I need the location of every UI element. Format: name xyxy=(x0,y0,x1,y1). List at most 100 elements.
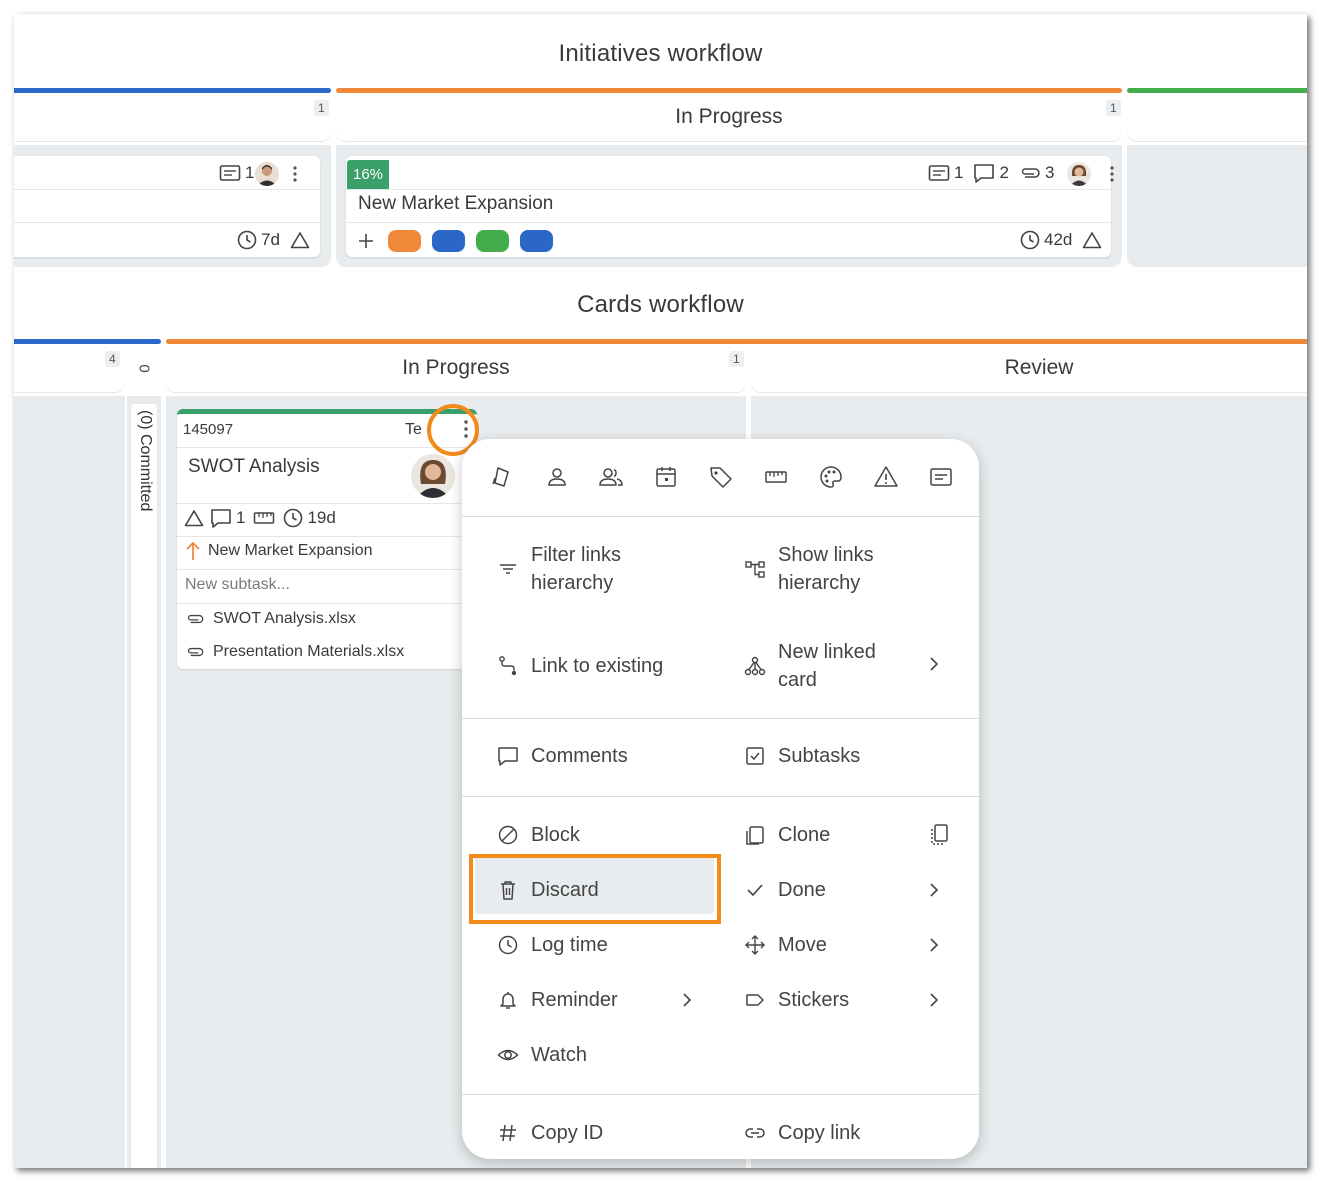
size-ruler-icon xyxy=(254,512,275,524)
show-links-label: Show links hierarchy xyxy=(778,544,874,594)
done-item[interactable]: Done xyxy=(742,876,826,904)
watch-item[interactable]: Watch xyxy=(495,1041,587,1069)
cards-review-column-header[interactable]: Review xyxy=(751,344,1307,392)
comments-item[interactable]: Comments xyxy=(495,742,628,770)
sticker-pill-blue-2[interactable] xyxy=(520,230,553,252)
sticker-pill-green[interactable] xyxy=(476,230,509,252)
clone-item[interactable]: Clone xyxy=(742,821,830,849)
file-row-1[interactable]: SWOT Analysis.xlsx xyxy=(185,610,356,628)
discard-highlight-box xyxy=(469,854,721,924)
avatar[interactable] xyxy=(255,162,279,186)
reminder-item[interactable]: Reminder xyxy=(495,986,618,1014)
copy-link-item[interactable]: Copy link xyxy=(742,1119,860,1147)
calendar-icon[interactable] xyxy=(653,464,679,490)
move-item[interactable]: Move xyxy=(742,931,827,959)
move-arrows-icon xyxy=(745,935,765,955)
copy-link-label: Copy link xyxy=(778,1122,861,1144)
cards-review-title: Review xyxy=(1004,356,1074,379)
committed-lane-header[interactable]: 0 xyxy=(127,344,161,392)
initiative-attachment-count: 1 xyxy=(954,163,964,182)
initiatives-right-column-header[interactable] xyxy=(1127,93,1307,141)
swot-card-title[interactable]: SWOT Analysis xyxy=(188,456,320,478)
paperclip-icon xyxy=(1021,168,1040,178)
assignee-icon[interactable] xyxy=(544,464,570,490)
subtasks-label: Subtasks xyxy=(778,745,861,767)
done-label: Done xyxy=(778,879,826,901)
initiative-duration: 42d xyxy=(1044,230,1073,249)
check-icon xyxy=(747,884,763,897)
progress-badge: 16% xyxy=(347,160,389,189)
initiative-card-title[interactable]: New Market Expansion xyxy=(358,193,553,215)
paperclip-icon xyxy=(187,647,204,657)
copy-id-label: Copy ID xyxy=(531,1122,604,1144)
color-palette-icon[interactable] xyxy=(818,464,844,490)
initiatives-inprogress-column-header[interactable]: In Progress xyxy=(336,93,1122,141)
parent-link-row[interactable]: New Market Expansion xyxy=(186,541,373,561)
clock-icon xyxy=(1020,230,1040,250)
priority-warning-icon[interactable] xyxy=(873,464,899,490)
chevron-right-icon[interactable] xyxy=(926,990,942,1010)
chevron-right-icon[interactable] xyxy=(926,935,942,955)
file-name: Presentation Materials.xlsx xyxy=(213,643,405,660)
link-to-existing-label: Link to existing xyxy=(531,655,664,677)
tag-icon[interactable] xyxy=(708,464,734,490)
cards-inprogress-column-header[interactable]: In Progress xyxy=(166,344,746,392)
paperclip-icon xyxy=(187,614,204,624)
sticker-pill-orange[interactable] xyxy=(388,230,421,252)
copy-id-item[interactable]: Copy ID xyxy=(495,1119,603,1147)
filter-icon xyxy=(500,564,516,574)
comments-label: Comments xyxy=(531,745,628,767)
committed-lane[interactable]: (0) Committed xyxy=(127,396,161,1168)
file-row-2[interactable]: Presentation Materials.xlsx xyxy=(185,643,404,661)
size-ruler-icon[interactable] xyxy=(763,464,789,490)
attachment-card-icon xyxy=(928,165,950,181)
initiative-partial-attachment-count: 1 xyxy=(245,163,255,182)
network-node-icon xyxy=(744,656,766,676)
log-time-item[interactable]: Log time xyxy=(495,931,608,959)
add-plus-icon[interactable] xyxy=(358,233,374,249)
block-item[interactable]: Block xyxy=(495,821,580,849)
sticker-label-icon xyxy=(746,994,764,1006)
cards-left-lane xyxy=(14,396,125,1168)
subtasks-item[interactable]: Subtasks xyxy=(742,742,860,770)
more-vertical-icon[interactable] xyxy=(292,165,298,183)
initiative-comment-count: 2 xyxy=(999,163,1009,182)
initiative-card-partial[interactable]: 1 7d xyxy=(14,156,320,257)
filter-links-label: Filter links hierarchy xyxy=(531,544,622,594)
filter-links-hierarchy-item[interactable]: Filter links hierarchy xyxy=(495,541,715,597)
template-card-icon[interactable] xyxy=(928,464,954,490)
block-label: Block xyxy=(531,824,580,846)
co-owners-icon[interactable] xyxy=(598,464,624,490)
avatar[interactable] xyxy=(411,454,455,498)
initiative-card[interactable]: 16% 1 2 3 New Market Expansion 42d xyxy=(346,156,1114,257)
more-vertical-icon[interactable] xyxy=(1109,165,1115,183)
clone-multiple-icon[interactable] xyxy=(928,823,950,847)
initiatives-workflow-title: Initiatives workflow xyxy=(558,40,763,67)
chevron-right-icon[interactable] xyxy=(926,654,942,674)
comment-icon xyxy=(498,747,518,766)
warning-triangle-icon xyxy=(290,232,310,249)
clone-label: Clone xyxy=(778,824,831,846)
new-linked-card-label: New linked card xyxy=(778,641,876,691)
swot-duration: 19d xyxy=(307,508,336,527)
initiatives-left-column-header[interactable] xyxy=(14,93,331,141)
link-to-existing-item[interactable]: Link to existing xyxy=(495,652,715,680)
cards-inprogress-title: In Progress xyxy=(402,356,510,379)
log-time-label: Log time xyxy=(531,934,608,956)
file-name: SWOT Analysis.xlsx xyxy=(213,610,356,627)
bell-icon xyxy=(500,992,516,1009)
swot-card[interactable]: 145097 Te SWOT Analysis 1 19d New Market… xyxy=(177,409,477,669)
card-type-label: Te xyxy=(405,421,422,438)
chevron-right-icon[interactable] xyxy=(679,990,695,1010)
chevron-right-icon[interactable] xyxy=(926,880,942,900)
show-links-hierarchy-item[interactable]: Show links hierarchy xyxy=(742,541,962,597)
card-type-icon[interactable] xyxy=(489,464,515,490)
sticker-pill-blue[interactable] xyxy=(432,230,465,252)
clone-icon xyxy=(746,826,764,845)
move-label: Move xyxy=(778,934,827,956)
eye-icon xyxy=(497,1049,519,1061)
new-subtask-input[interactable]: New subtask... xyxy=(185,576,290,594)
clock-icon xyxy=(237,230,257,250)
stickers-item[interactable]: Stickers xyxy=(742,986,849,1014)
avatar[interactable] xyxy=(1067,162,1091,186)
